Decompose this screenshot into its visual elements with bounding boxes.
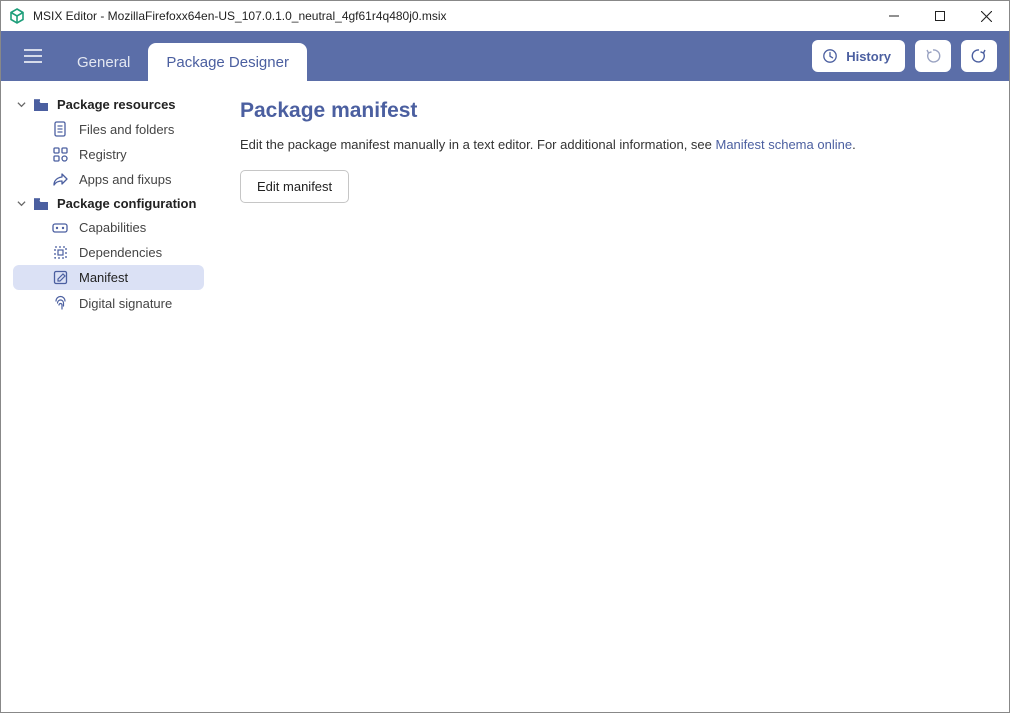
chevron-down-icon: [15, 100, 27, 109]
page-title: Package manifest: [240, 99, 985, 123]
menu-button[interactable]: [13, 36, 53, 76]
history-label: History: [846, 49, 891, 64]
window-title: MSIX Editor - MozillaFirefoxx64en-US_107…: [33, 9, 447, 23]
tree-item-label: Dependencies: [79, 245, 162, 260]
tree-item-files-folders[interactable]: Files and folders: [13, 116, 204, 142]
close-button[interactable]: [963, 1, 1009, 31]
page-description: Edit the package manifest manually in a …: [240, 137, 985, 152]
tabs: General Package Designer: [59, 31, 307, 81]
undo-button[interactable]: [915, 40, 951, 72]
tree-item-label: Apps and fixups: [79, 172, 172, 187]
dependencies-icon: [51, 245, 69, 260]
tree-item-digital-signature[interactable]: Digital signature: [13, 290, 204, 316]
tree-item-label: Digital signature: [79, 296, 172, 311]
manifest-icon: [51, 270, 69, 285]
tree-group-package-resources[interactable]: Package resources: [7, 93, 210, 116]
history-icon: [822, 48, 838, 64]
tree-item-registry[interactable]: Registry: [13, 142, 204, 167]
tree-item-manifest[interactable]: Manifest: [13, 265, 204, 290]
chevron-down-icon: [15, 199, 27, 208]
tab-package-designer[interactable]: Package Designer: [148, 43, 307, 81]
maximize-button[interactable]: [917, 1, 963, 31]
history-button[interactable]: History: [812, 40, 905, 72]
app-icon: [9, 8, 25, 24]
tree-item-label: Files and folders: [79, 122, 174, 137]
fingerprint-icon: [51, 295, 69, 311]
main-panel: Package manifest Edit the package manife…: [216, 81, 1009, 712]
share-icon: [51, 173, 69, 187]
tree-group-package-configuration[interactable]: Package configuration: [7, 192, 210, 215]
file-icon: [51, 121, 69, 137]
sidebar: Package resources Files and folders Regi…: [1, 81, 216, 712]
redo-button[interactable]: [961, 40, 997, 72]
tree-item-apps-fixups[interactable]: Apps and fixups: [13, 167, 204, 192]
registry-icon: [51, 147, 69, 162]
minimize-button[interactable]: [871, 1, 917, 31]
capabilities-icon: [51, 222, 69, 234]
tree-item-label: Capabilities: [79, 220, 146, 235]
edit-manifest-button[interactable]: Edit manifest: [240, 170, 349, 203]
tree-group-label: Package configuration: [57, 196, 196, 211]
tree-item-label: Manifest: [79, 270, 128, 285]
tab-general[interactable]: General: [59, 43, 148, 81]
tree-group-label: Package resources: [57, 97, 176, 112]
tree-item-dependencies[interactable]: Dependencies: [13, 240, 204, 265]
manifest-schema-link[interactable]: Manifest schema online: [715, 137, 852, 152]
tree-item-label: Registry: [79, 147, 127, 162]
toolbar: General Package Designer History: [1, 31, 1009, 81]
folder-icon: [33, 197, 51, 211]
tree-item-capabilities[interactable]: Capabilities: [13, 215, 204, 240]
folder-icon: [33, 98, 51, 112]
window-titlebar: MSIX Editor - MozillaFirefoxx64en-US_107…: [1, 1, 1009, 31]
